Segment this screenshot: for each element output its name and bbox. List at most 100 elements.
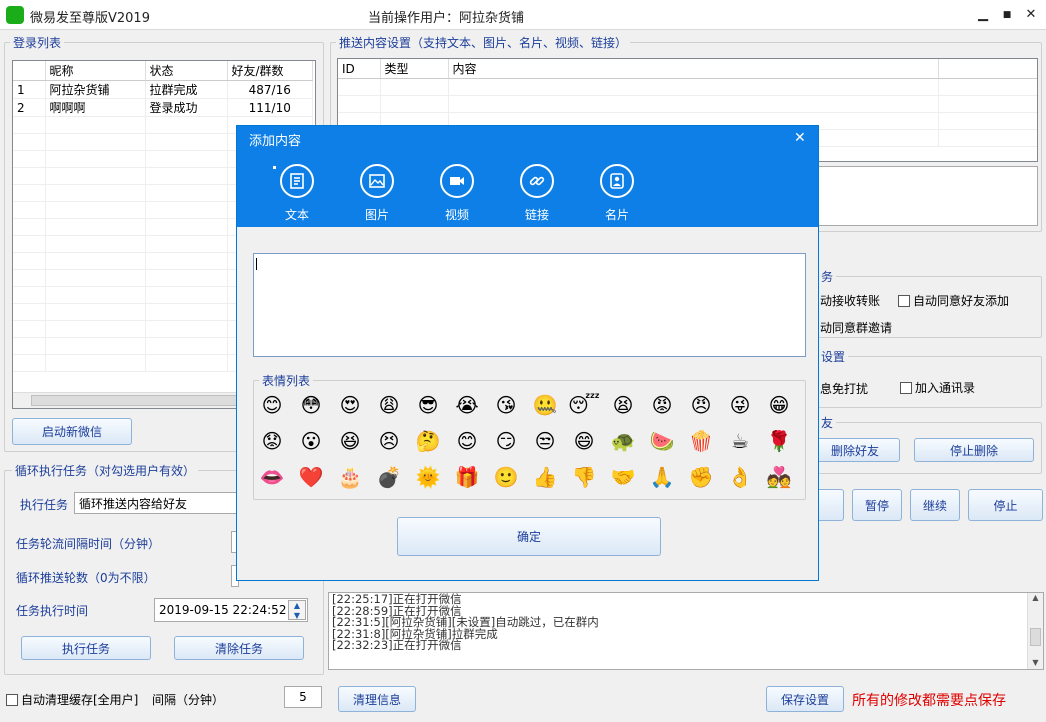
column-header[interactable]: ID [338,59,381,79]
column-header[interactable]: 状态 [145,61,228,81]
tool-image[interactable]: 图片 [337,164,417,223]
time-input[interactable]: 2019-09-15 22:24:52 [154,598,308,622]
emoji-icon[interactable]: 😎 [413,390,443,420]
pause-button[interactable]: 暂停 [852,489,902,521]
emoji-icon[interactable]: 🌞 [413,462,443,492]
emoji-icon[interactable]: 🙂 [491,462,521,492]
emoji-list-label: 表情列表 [259,372,314,389]
delete-friend-button[interactable]: 删除好友 [810,438,900,462]
time-spinner[interactable]: ▲ ▼ [288,600,306,620]
emoji-icon[interactable]: 👍 [530,462,560,492]
emoji-icon[interactable]: 😟 [257,426,287,456]
confirm-button[interactable]: 确定 [397,517,661,556]
emoji-icon[interactable]: 👎 [569,462,599,492]
stop-button[interactable]: 停止 [968,489,1043,521]
log-box[interactable]: [22:25:17]正在打开微信 [22:28:59]正在打开微信 [22:31… [328,592,1044,670]
emoji-icon[interactable]: ❤️ [296,462,326,492]
time-label: 任务执行时间 [16,604,89,618]
emoji-icon[interactable]: ✊ [686,462,716,492]
task-select[interactable]: 循环推送内容给好友 [74,492,240,514]
friend-label-tail: 友 [818,414,837,431]
start-wechat-button[interactable]: 启动新微信 [12,418,132,445]
emoji-icon[interactable]: 😏 [491,426,521,456]
image-icon [360,164,394,198]
column-header[interactable]: 昵称 [45,61,146,81]
text-cursor [256,258,257,270]
emoji-icon[interactable]: 😡 [647,390,677,420]
document-icon [280,164,314,198]
emoji-icon[interactable]: 😆 [335,426,365,456]
emoji-icon[interactable]: 🎂 [335,462,365,492]
emoji-icon[interactable]: 🎁 [452,462,482,492]
save-warning: 所有的修改都需要点保存 [852,693,1006,709]
emoji-icon[interactable]: 😜 [725,390,755,420]
app-title: 微易发至尊版V2019 [30,11,150,26]
emoji-icon[interactable]: 😒 [530,426,560,456]
column-header[interactable]: 好友/群数 [227,61,313,81]
tool-text[interactable]: 文本 [257,164,337,223]
emoji-icon[interactable]: 💣 [374,462,404,492]
clear-task-button[interactable]: 清除任务 [174,636,304,660]
tool-card[interactable]: 名片 [577,164,657,223]
emoji-icon[interactable]: 🌹 [764,426,794,456]
emoji-icon[interactable]: 😳 [296,390,326,420]
close-button[interactable]: ✕ [1020,5,1042,25]
tool-video[interactable]: 视频 [417,164,497,223]
emoji-icon[interactable]: 😊 [452,426,482,456]
settings-label-tail: 设置 [818,348,849,365]
clean-interval-input[interactable]: 5 [284,686,322,708]
emoji-icon[interactable]: 😭 [452,390,482,420]
emoji-icon[interactable]: 🐢 [608,426,638,456]
emoji-icon[interactable]: 😫 [608,390,638,420]
add-contacts-checkbox[interactable]: 加入通讯录 [900,379,975,396]
emoji-icon[interactable]: 😠 [686,390,716,420]
emoji-icon[interactable]: 😣 [374,426,404,456]
app-logo-icon [6,6,24,24]
emoji-icon[interactable]: ☕ [725,426,755,456]
emoji-icon[interactable]: 🤝 [608,462,638,492]
video-icon [440,164,474,198]
emoji-icon[interactable]: 🤔 [413,426,443,456]
emoji-icon[interactable]: 🤐 [530,390,560,420]
emoji-icon[interactable]: 😁 [764,390,794,420]
emoji-icon[interactable]: 😮 [296,426,326,456]
title-bar: 微易发至尊版V2019 当前操作用户：阿拉杂货铺 ▁ ■ ✕ [0,0,1046,30]
maximize-button[interactable]: ■ [996,5,1018,25]
task-label: 执行任务 [20,498,69,512]
emoji-icon[interactable]: 👄 [257,462,287,492]
table-row[interactable]: 2 啊啊啊 登录成功 111/10 [13,98,313,117]
log-scrollbar[interactable]: ▲ ▼ [1027,593,1043,669]
minimize-button[interactable]: ▁ [972,5,994,25]
table-row[interactable]: 1 阿拉杂货铺 拉群完成 487/16 [13,80,313,99]
emoji-icon[interactable]: 😴 [568,390,600,420]
emoji-icon[interactable]: 🙏 [647,462,677,492]
content-textarea[interactable] [253,253,806,357]
scrollbar-thumb[interactable] [1030,628,1041,646]
dnd-label: 息免打扰 [820,382,869,396]
emoji-icon[interactable]: 👌 [725,462,755,492]
options-label-tail: 务 [818,268,837,285]
emoji-icon[interactable]: 💑 [764,462,794,492]
emoji-icon[interactable]: 😩 [374,390,404,420]
auto-clean-checkbox[interactable]: 自动清理缓存[全用户] [6,691,138,708]
resume-button[interactable]: 继续 [910,489,960,521]
dialog-close-icon[interactable]: ✕ [794,130,806,146]
stop-delete-button[interactable]: 停止删除 [914,438,1034,462]
emoji-icon[interactable]: 😍 [335,390,365,420]
emoji-icon[interactable]: 😄 [569,426,599,456]
emoji-icon[interactable]: 🍿 [686,426,716,456]
emoji-icon[interactable]: 😊 [257,390,287,420]
tool-link[interactable]: 链接 [497,164,577,223]
auto-add-friend-checkbox[interactable]: 自动同意好友添加 [898,292,1009,309]
auto-receive-label: 动接收转账 [820,294,881,308]
emoji-icon[interactable]: 😘 [491,390,521,420]
execute-task-button[interactable]: 执行任务 [21,636,151,660]
clear-info-button[interactable]: 清理信息 [338,686,416,712]
dialog-header: 添加内容 ✕ 文本 图片 视频 链接 名片 [237,126,818,227]
save-settings-button[interactable]: 保存设置 [766,686,844,712]
column-header[interactable]: 内容 [448,59,939,79]
column-header[interactable]: 类型 [380,59,449,79]
emoji-icon[interactable]: 🍉 [647,426,677,456]
cycle-task-label: 循环执行任务（对勾选用户有效） [12,462,199,479]
add-content-dialog: 添加内容 ✕ 文本 图片 视频 链接 名片 表情列表 😊 😳 😍 😩 😎 😭 😘… [236,125,819,581]
